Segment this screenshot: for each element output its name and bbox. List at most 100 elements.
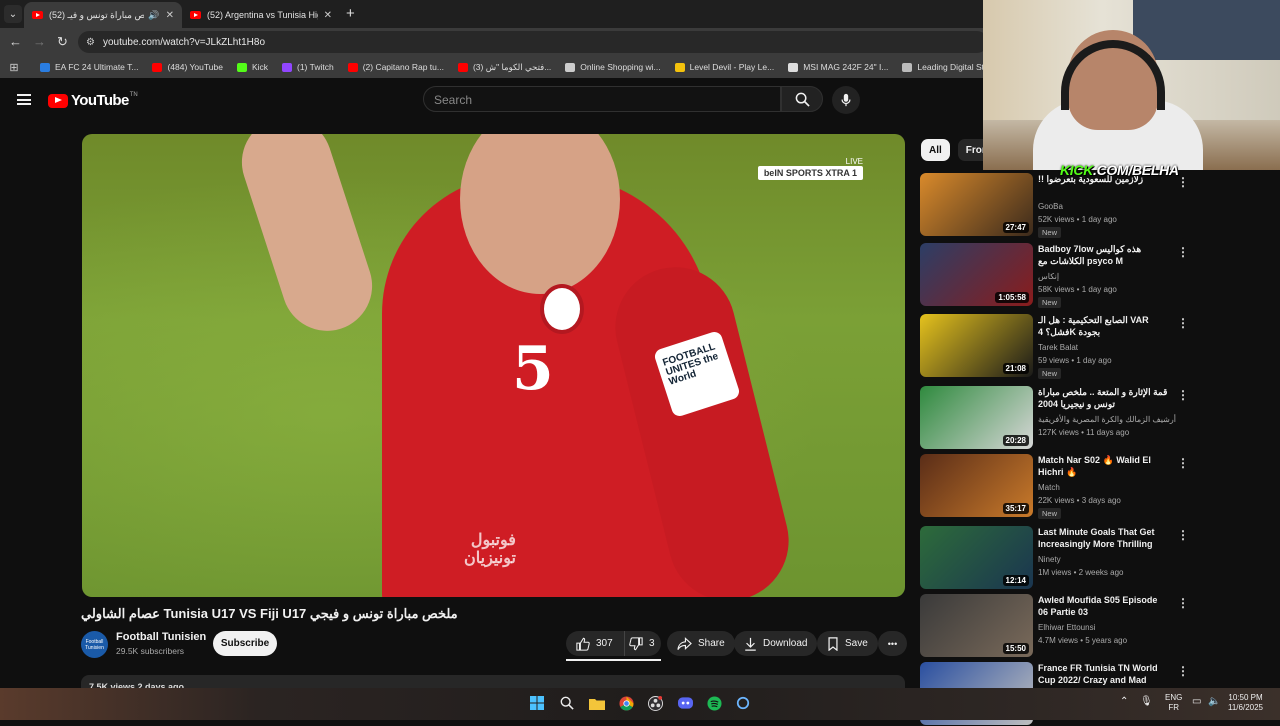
duration-badge: 12:14 bbox=[1002, 575, 1029, 586]
recommendation-item[interactable]: 20:28 قمة الإثارة و المتعة .. ملخص مباراة… bbox=[920, 386, 1250, 450]
bookmark-item[interactable]: (2) Capitano Rap tu... bbox=[347, 62, 444, 72]
more-options-icon[interactable]: ⋮ bbox=[1177, 528, 1189, 542]
recommendation-title[interactable]: France FR Tunisia TN World Cup 2022/ Cra… bbox=[1038, 662, 1168, 688]
more-options-icon[interactable]: ⋮ bbox=[1177, 245, 1189, 259]
recommendation-item[interactable]: 35:17 Match Nar S02 🔥 Walid El Hichri 🔥 Ma… bbox=[920, 454, 1250, 519]
search-icon[interactable] bbox=[559, 695, 575, 711]
recommendation-channel[interactable]: Tarek Balat bbox=[1038, 343, 1078, 352]
tab-inactive[interactable]: (52) Argentina vs Tunisia Highli ✕ bbox=[182, 2, 340, 28]
search-button[interactable] bbox=[781, 86, 823, 112]
reload-icon[interactable]: ↻ bbox=[57, 34, 68, 50]
video-thumbnail[interactable]: 20:28 bbox=[920, 386, 1033, 449]
video-thumbnail[interactable]: 12:14 bbox=[920, 526, 1033, 589]
tab-title: (52) Argentina vs Tunisia Highli bbox=[207, 10, 318, 20]
bookmark-item[interactable]: EA FC 24 Ultimate T... bbox=[40, 62, 138, 72]
new-badge: New bbox=[1038, 227, 1062, 238]
recommendation-channel[interactable]: Elhiwar Ettounsi bbox=[1038, 623, 1095, 632]
channel-avatar[interactable]: Football Tunisien bbox=[81, 631, 108, 658]
forward-icon[interactable]: → bbox=[33, 34, 46, 49]
bookmark-item[interactable]: (3) فتحي الكوما "ش... bbox=[457, 62, 551, 73]
network-icon[interactable]: ▭ bbox=[1192, 697, 1201, 707]
recommendation-item[interactable]: 12:14 Last Minute Goals That Get Increasi… bbox=[920, 526, 1250, 590]
site-info-icon[interactable]: ⚙ bbox=[86, 37, 95, 48]
bookmark-item[interactable]: Kick bbox=[236, 62, 268, 72]
recommendation-item[interactable]: 27:47!! زلازمين للسعودية بتعرضوا GooBa 52K… bbox=[920, 173, 1250, 238]
video-thumbnail[interactable]: 15:50 bbox=[920, 594, 1033, 657]
recommendation-item[interactable]: 1:05:58 Badboy 7low هذه كواليس الكلاشات م… bbox=[920, 243, 1250, 308]
spotify-icon[interactable] bbox=[706, 695, 722, 711]
new-tab-button[interactable]: + bbox=[346, 5, 355, 22]
search-input[interactable]: Search bbox=[423, 86, 781, 112]
recommendation-title[interactable]: Awled Moufida S05 Episode 06 Partie 03 bbox=[1038, 594, 1168, 618]
subscribe-button[interactable]: Subscribe bbox=[213, 631, 277, 656]
duration-badge: 20:28 bbox=[1002, 435, 1029, 446]
file-explorer-icon[interactable] bbox=[589, 695, 605, 711]
url-text: youtube.com/watch?v=JLkZLht1H8o bbox=[102, 36, 266, 48]
more-options-icon[interactable]: ⋮ bbox=[1177, 388, 1189, 402]
recommendation-title[interactable]: Last Minute Goals That Get Increasingly … bbox=[1038, 526, 1168, 550]
video-thumbnail[interactable]: 21:08 bbox=[920, 314, 1033, 377]
clock[interactable]: 10:50 PM 11/6/2025 bbox=[1228, 693, 1263, 713]
recommendation-channel[interactable]: Match bbox=[1038, 483, 1060, 492]
windows-start-icon[interactable] bbox=[529, 695, 545, 711]
chip-all[interactable]: All bbox=[921, 139, 950, 161]
tab-search-icon[interactable]: ⌄ bbox=[4, 5, 22, 23]
bookmark-favicon-icon bbox=[788, 62, 799, 72]
dislike-button[interactable]: 3 bbox=[624, 631, 661, 656]
menu-icon[interactable] bbox=[17, 94, 31, 105]
tray-mic-icon[interactable]: 🎙 bbox=[1140, 697, 1153, 707]
more-options-icon[interactable]: ⋮ bbox=[1177, 596, 1189, 610]
download-button[interactable]: Download bbox=[734, 631, 818, 656]
recommendation-title[interactable]: Match Nar S02 🔥 Walid El Hichri 🔥 bbox=[1038, 454, 1168, 478]
save-button[interactable]: Save bbox=[817, 631, 878, 656]
bookmark-item[interactable]: (484) YouTube bbox=[152, 62, 223, 72]
voice-search-button[interactable] bbox=[832, 86, 860, 114]
bookmark-label: (1) Twitch bbox=[297, 62, 334, 72]
recommendation-channel[interactable]: GooBa bbox=[1038, 202, 1063, 211]
url-field[interactable]: ⚙ youtube.com/watch?v=JLkZLht1H8o bbox=[78, 31, 988, 53]
more-options-icon[interactable]: ⋮ bbox=[1177, 664, 1189, 678]
apps-grid-icon[interactable]: ⊞ bbox=[2, 61, 26, 74]
live-label: LIVE bbox=[845, 157, 863, 166]
recommendation-item[interactable]: 21:08 الصابع التحكيمية : هل الـ VAR فشل؟ … bbox=[920, 314, 1250, 379]
language-indicator[interactable]: ENG FR bbox=[1165, 693, 1182, 713]
tab-title: ملخص مباراة تونس و فيـ (52) bbox=[49, 9, 145, 20]
close-tab-icon[interactable]: ✕ bbox=[324, 10, 332, 21]
video-thumbnail[interactable]: 1:05:58 bbox=[920, 243, 1033, 306]
recommendation-title[interactable]: الصابع التحكيمية : هل الـ VAR فشل؟ 4K بج… bbox=[1038, 314, 1168, 338]
more-options-icon[interactable]: ⋮ bbox=[1177, 456, 1189, 470]
like-button[interactable]: 307 bbox=[566, 631, 624, 656]
channel-name[interactable]: Football Tunisien bbox=[116, 631, 206, 643]
more-options-icon[interactable]: ⋮ bbox=[1177, 316, 1189, 330]
volume-icon[interactable]: 🔈 bbox=[1208, 697, 1220, 707]
chrome-icon[interactable] bbox=[618, 695, 634, 711]
obs-icon[interactable] bbox=[647, 695, 663, 711]
lang-primary: ENG bbox=[1165, 693, 1183, 702]
app-icon[interactable] bbox=[735, 695, 751, 711]
bookmark-item[interactable]: (1) Twitch bbox=[282, 62, 334, 72]
youtube-logo[interactable]: YouTube TN bbox=[48, 92, 138, 109]
youtube-favicon-icon bbox=[32, 11, 43, 19]
recommendation-item[interactable]: 15:50 Awled Moufida S05 Episode 06 Partie… bbox=[920, 594, 1250, 658]
share-button[interactable]: Share bbox=[667, 631, 735, 656]
recommendation-channel[interactable]: إنكاس bbox=[1038, 272, 1059, 281]
bookmark-item[interactable]: MSI MAG 242F 24" I... bbox=[788, 62, 888, 72]
more-actions-button[interactable]: ••• bbox=[878, 631, 907, 656]
video-thumbnail[interactable]: 35:17 bbox=[920, 454, 1033, 517]
discord-icon[interactable] bbox=[677, 695, 693, 711]
recommendation-title[interactable]: قمة الإثارة و المتعة .. ملخص مباراة تونس… bbox=[1038, 386, 1168, 410]
audio-icon[interactable]: 🔊 bbox=[148, 10, 159, 21]
tray-chevron-icon[interactable]: ⌃ bbox=[1120, 697, 1128, 707]
bookmark-item[interactable]: Online Shopping wi... bbox=[565, 62, 661, 72]
bookmark-item[interactable]: Level Devil - Play Le... bbox=[674, 62, 774, 72]
search-icon bbox=[795, 92, 810, 107]
video-thumbnail[interactable]: 27:47 bbox=[920, 173, 1033, 236]
close-tab-icon[interactable]: ✕ bbox=[166, 10, 174, 21]
video-player[interactable]: 5 FOOTBALL UNITES the World LIVE beIN SP… bbox=[82, 134, 905, 597]
tab-active[interactable]: ملخص مباراة تونس و فيـ (52) 🔊 ✕ bbox=[24, 2, 182, 28]
recommendation-title[interactable]: Badboy 7low هذه كواليس الكلاشات مع psyco… bbox=[1038, 243, 1168, 267]
recommendation-channel[interactable]: أرشيف الزمالك والكرة المصرية والأفريقية bbox=[1038, 415, 1176, 424]
recommendation-channel[interactable]: Ninety bbox=[1038, 555, 1061, 564]
back-icon[interactable]: ← bbox=[9, 34, 22, 49]
thumbs-down-icon bbox=[629, 636, 643, 650]
